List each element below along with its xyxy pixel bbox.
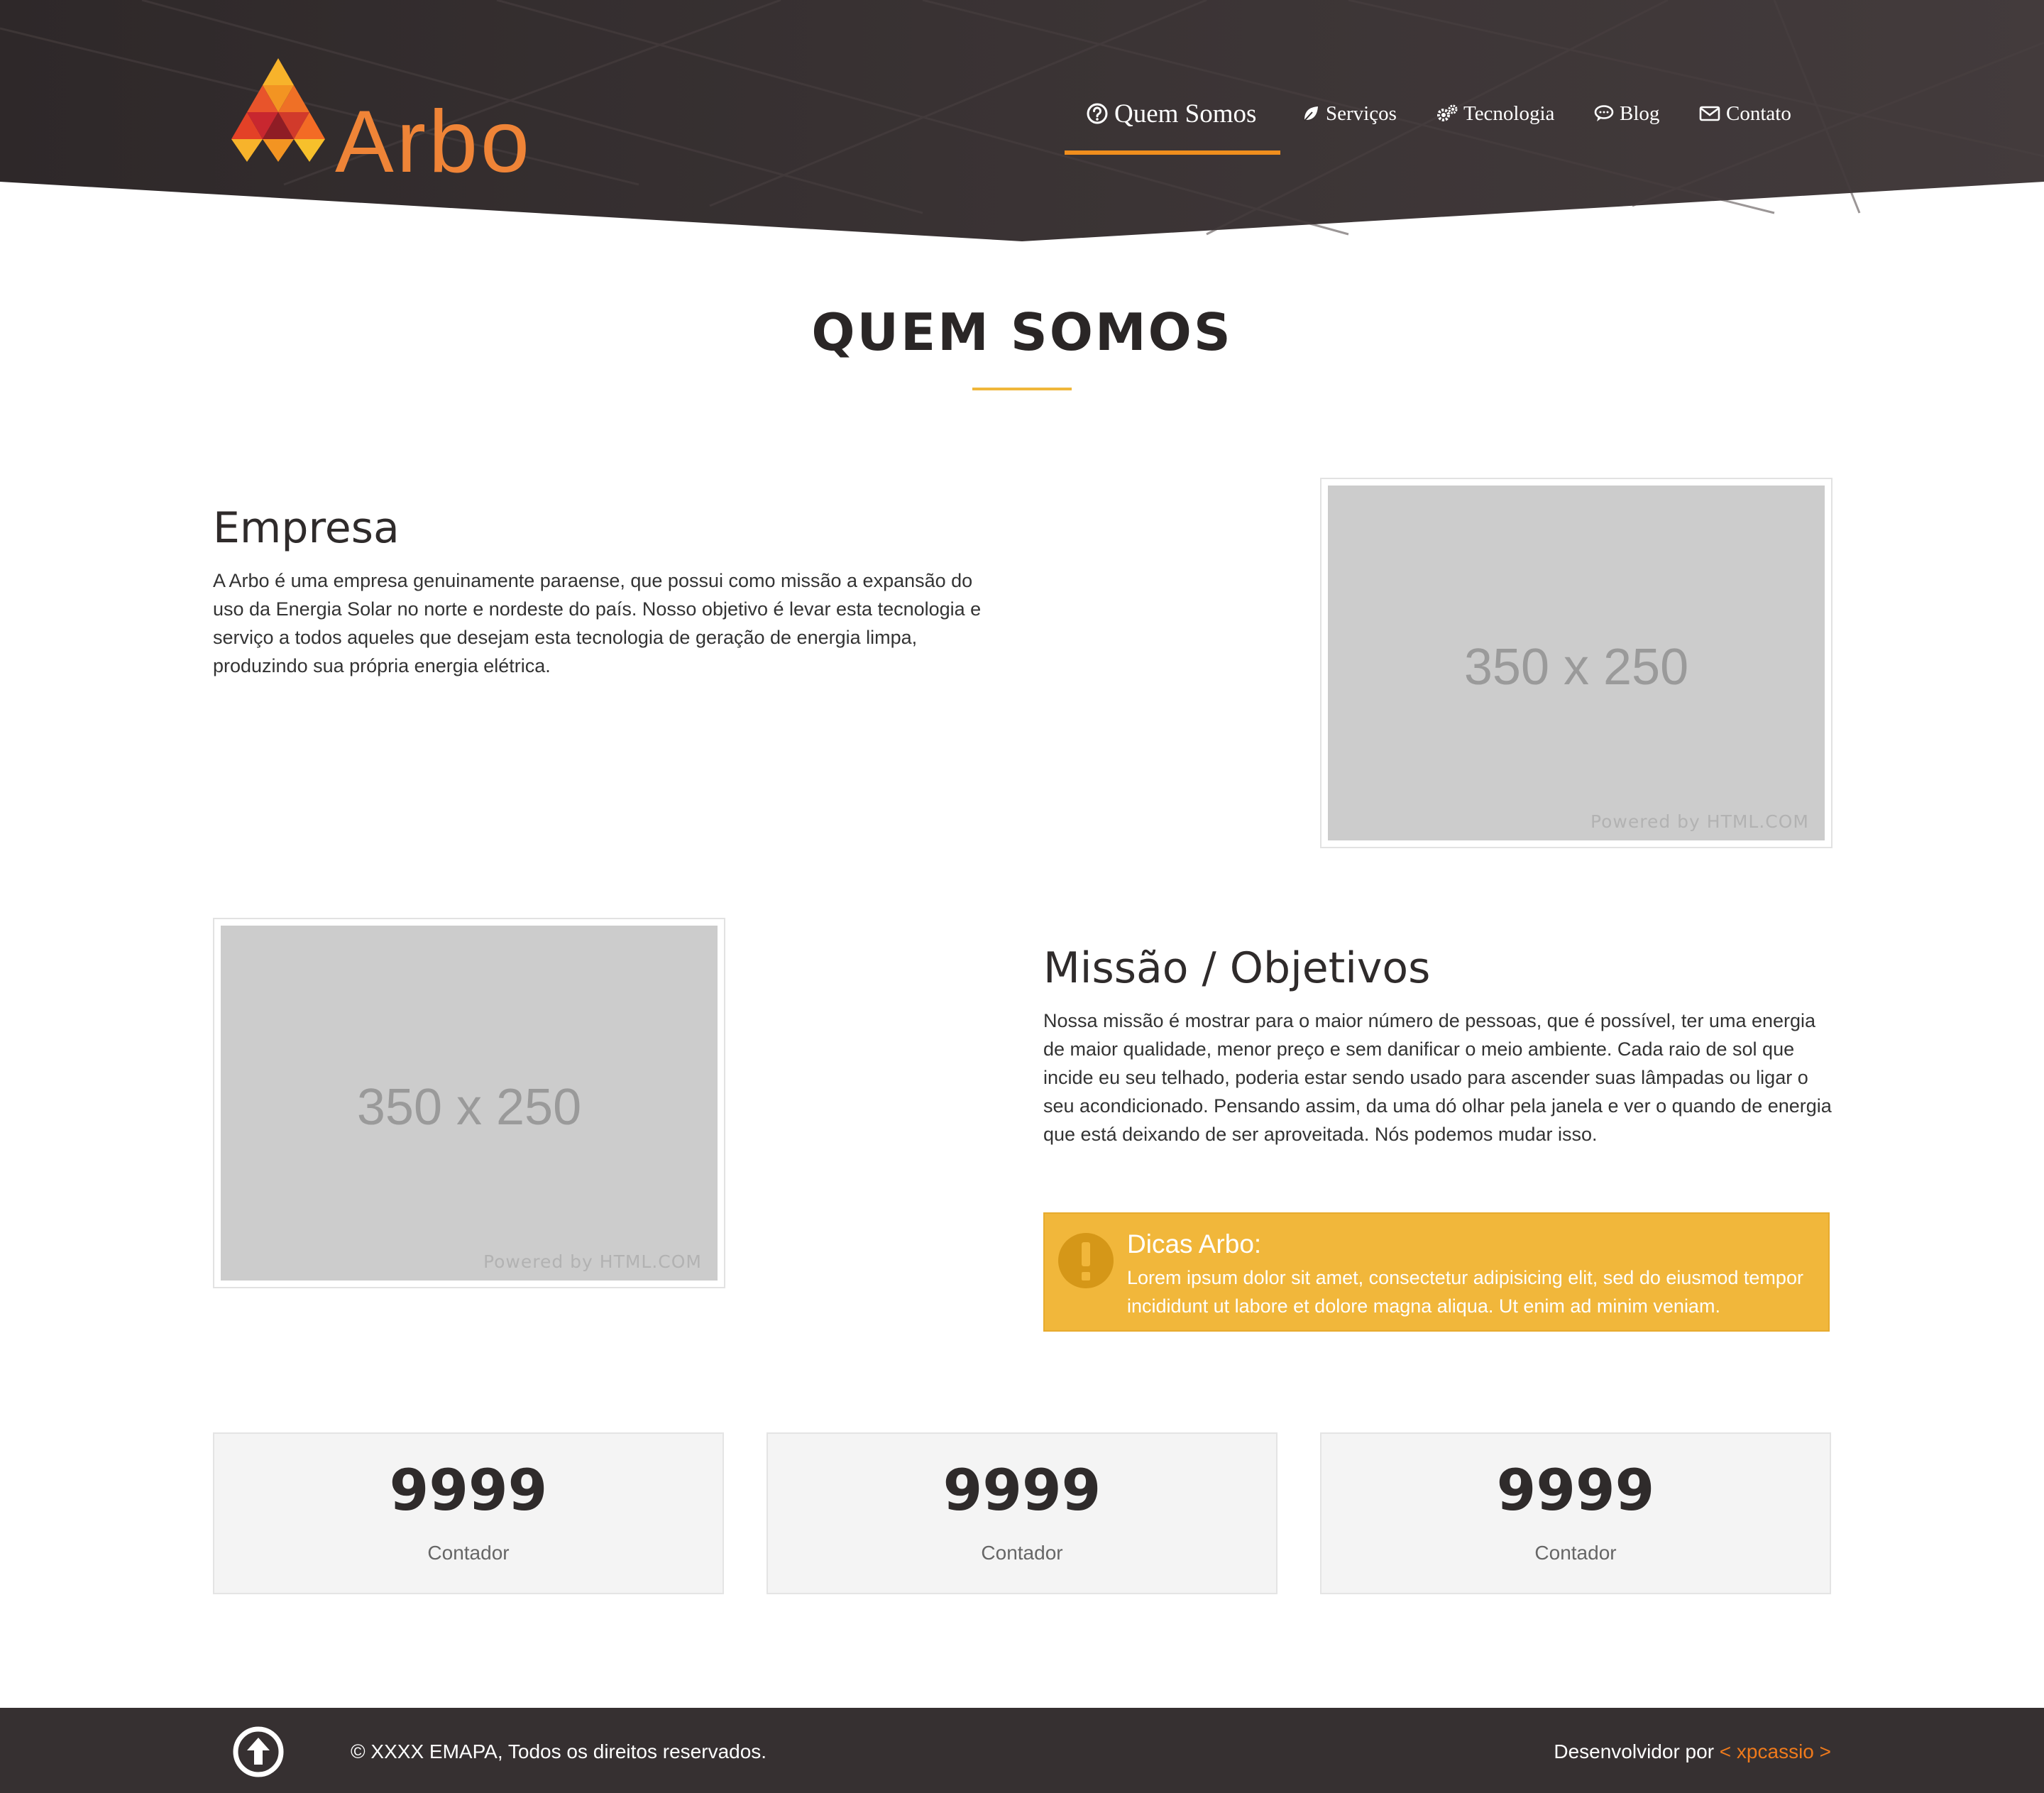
image-credit: Powered by HTML.COM xyxy=(483,1251,702,1272)
image-placeholder: 350 x 250 Powered by HTML.COM xyxy=(1328,486,1825,840)
developer-prefix: Desenvolvidor por xyxy=(1554,1740,1715,1762)
copyright-text: © XXXX EMAPA, Todos os direitos reservad… xyxy=(351,1740,767,1762)
missao-image: 350 x 250 Powered by HTML.COM xyxy=(213,918,725,1288)
alert-title: Dicas Arbo: xyxy=(1127,1229,1262,1259)
nav-label: Serviços xyxy=(1326,102,1397,125)
nav-item-tecnologia[interactable]: Tecnologia xyxy=(1436,94,1554,133)
nav-label: Contato xyxy=(1726,102,1791,125)
comment-icon xyxy=(1594,105,1614,121)
section-title: QUEM SOMOS xyxy=(811,302,1233,362)
missao-heading: Missão / Objetivos xyxy=(1043,943,1431,993)
tips-alert: Dicas Arbo: Lorem ipsum dolor sit amet, … xyxy=(1043,1212,1830,1332)
counter-value: 9999 xyxy=(389,1457,548,1523)
nav-label: Tecnologia xyxy=(1463,102,1555,125)
image-size-label: 350 x 250 xyxy=(1463,639,1689,696)
leaf-icon xyxy=(1304,106,1318,121)
nav-label: Quem Somos xyxy=(1114,99,1257,128)
image-size-label: 350 x 250 xyxy=(356,1079,582,1136)
title-divider xyxy=(972,388,1072,390)
brand-name: Arbo xyxy=(335,93,532,191)
developer-credit: Desenvolvidor por < xpcassio > xyxy=(1554,1740,1831,1763)
nav-label: Blog xyxy=(1620,102,1660,125)
gears-icon xyxy=(1437,104,1458,121)
nav-item-servicos[interactable]: Serviços xyxy=(1302,94,1397,133)
main-nav: Quem Somos Serviços Tecnologia Blog Cont… xyxy=(1065,94,1810,158)
image-credit: Powered by HTML.COM xyxy=(1590,811,1809,832)
missao-text: Nossa missão é mostrar para o maior núme… xyxy=(1043,1010,1832,1145)
image-placeholder: 350 x 250 Powered by HTML.COM xyxy=(221,926,718,1281)
site-footer: © XXXX EMAPA, Todos os direitos reservad… xyxy=(0,1708,2044,1793)
envelope-icon xyxy=(1699,106,1720,121)
counter-label: Contador xyxy=(981,1542,1063,1564)
counter-card: 9999 Contador xyxy=(213,1432,724,1594)
site-header: Arbo Quem Somos Serviços Tecnologia Blog… xyxy=(0,0,2044,241)
counter-value: 9999 xyxy=(1496,1457,1655,1523)
developer-link[interactable]: < xpcassio > xyxy=(1720,1740,1831,1762)
question-circle-icon xyxy=(1087,103,1108,124)
empresa-heading: Empresa xyxy=(213,503,400,553)
nav-item-contato[interactable]: Contato xyxy=(1699,94,1791,133)
counter-label: Contador xyxy=(427,1542,510,1564)
counter-label: Contador xyxy=(1534,1542,1617,1564)
nav-item-blog[interactable]: Blog xyxy=(1594,94,1659,133)
counter-card: 9999 Contador xyxy=(1320,1432,1831,1594)
back-to-top-icon[interactable] xyxy=(233,1726,284,1777)
active-nav-indicator xyxy=(1065,150,1280,155)
counter-value: 9999 xyxy=(943,1457,1101,1523)
exclamation-circle-icon xyxy=(1058,1233,1114,1288)
empresa-image: 350 x 250 Powered by HTML.COM xyxy=(1320,478,1833,848)
brand-logo[interactable]: Arbo xyxy=(229,55,562,186)
empresa-text: A Arbo é uma empresa genuinamente paraen… xyxy=(213,570,982,676)
arbo-logo-mark xyxy=(231,58,325,162)
alert-text: Lorem ipsum dolor sit amet, consectetur … xyxy=(1127,1267,1803,1317)
counter-card: 9999 Contador xyxy=(766,1432,1278,1594)
nav-item-quem-somos[interactable]: Quem Somos xyxy=(1086,94,1256,133)
